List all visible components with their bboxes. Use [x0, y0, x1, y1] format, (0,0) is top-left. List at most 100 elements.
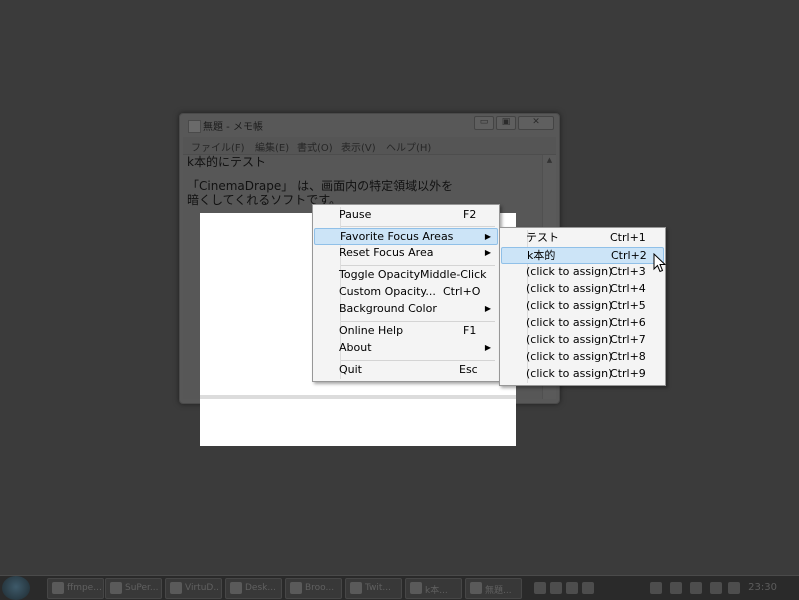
- taskbar-button-label: ffmpe...: [67, 583, 101, 593]
- app-icon: [52, 582, 64, 594]
- app-icon: [350, 582, 362, 594]
- taskbar-button-label: 無題...: [485, 586, 512, 596]
- menu-item-label: About: [339, 341, 372, 354]
- menu-item-favorite-focus-areas[interactable]: Favorite Focus Areas ▶: [314, 228, 498, 245]
- menu-item-label: Quit: [339, 363, 362, 376]
- menu-item-about[interactable]: About ▶: [315, 340, 497, 356]
- menu-item-shortcut: Middle-Click: [420, 268, 487, 281]
- submenu-arrow-icon: ▶: [484, 343, 491, 352]
- menu-separator: [341, 321, 495, 322]
- taskbar-button[interactable]: 無題...: [465, 578, 522, 599]
- mouse-pointer-icon: [653, 253, 667, 273]
- scroll-up-icon[interactable]: ▲: [543, 156, 556, 164]
- menu-format[interactable]: 書式(O): [297, 139, 333, 154]
- menu-separator: [341, 360, 495, 361]
- tray-icon[interactable]: [650, 582, 662, 594]
- app-icon: [410, 582, 422, 594]
- favorite-item-label: (click to assign): [526, 333, 613, 346]
- submenu-arrow-icon: ▶: [484, 232, 491, 241]
- menu-file[interactable]: ファイル(F): [191, 139, 245, 154]
- close-button[interactable]: ✕: [518, 116, 554, 130]
- favorite-item-1[interactable]: テスト Ctrl+1: [502, 230, 663, 246]
- favorite-item-label: テスト: [526, 231, 559, 244]
- favorite-item-9[interactable]: (click to assign) Ctrl+9: [502, 366, 663, 382]
- menu-item-quit[interactable]: Quit Esc: [315, 362, 497, 378]
- menu-item-label: Custom Opacity...: [339, 285, 436, 298]
- menu-item-background-color[interactable]: Background Color ▶: [315, 301, 497, 317]
- text-line: k本的にテスト: [187, 155, 266, 169]
- favorite-item-label: (click to assign): [526, 299, 613, 312]
- context-menu: Pause F2 Favorite Focus Areas ▶ Reset Fo…: [312, 204, 500, 382]
- ime-icon[interactable]: [550, 582, 562, 594]
- favorite-item-shortcut: Ctrl+3: [610, 265, 646, 278]
- menu-item-custom-opacity[interactable]: Custom Opacity... Ctrl+O: [315, 284, 497, 300]
- clock[interactable]: 23:30: [748, 582, 777, 593]
- menu-item-label: Pause: [339, 208, 372, 221]
- app-icon: [290, 582, 302, 594]
- favorite-item-label: k本的: [527, 249, 556, 262]
- notepad-icon: [188, 120, 201, 133]
- favorite-item-6[interactable]: (click to assign) Ctrl+6: [502, 315, 663, 331]
- menu-item-online-help[interactable]: Online Help F1: [315, 323, 497, 339]
- favorite-item-8[interactable]: (click to assign) Ctrl+8: [502, 349, 663, 365]
- taskbar-button[interactable]: ffmpe...: [47, 578, 104, 599]
- menu-item-label: Toggle Opacity: [339, 268, 421, 281]
- favorite-item-label: (click to assign): [526, 367, 613, 380]
- favorite-item-shortcut: Ctrl+1: [610, 231, 646, 244]
- app-icon: [230, 582, 242, 594]
- minimize-button[interactable]: ▭: [474, 116, 494, 130]
- menu-item-label: Favorite Focus Areas: [340, 230, 454, 243]
- taskbar-button[interactable]: Desk...: [225, 578, 282, 599]
- menu-help[interactable]: ヘルプ(H): [386, 139, 431, 154]
- menu-item-shortcut: F2: [463, 208, 477, 221]
- taskbar-button[interactable]: k本...: [405, 578, 462, 599]
- help-icon[interactable]: [582, 582, 594, 594]
- taskbar-button[interactable]: VirtuD...: [165, 578, 222, 599]
- favorite-item-shortcut: Ctrl+4: [610, 282, 646, 295]
- menu-item-label: Background Color: [339, 302, 437, 315]
- taskbar-button-label: k本...: [425, 586, 448, 596]
- security-icon[interactable]: [670, 582, 682, 594]
- favorite-item-label: (click to assign): [526, 316, 613, 329]
- favorite-item-3[interactable]: (click to assign) Ctrl+3: [502, 264, 663, 280]
- app-icon: [170, 582, 182, 594]
- favorite-item-shortcut: Ctrl+2: [611, 249, 647, 262]
- taskbar-button[interactable]: SuPer...: [105, 578, 162, 599]
- favorite-item-label: (click to assign): [526, 265, 613, 278]
- taskbar-button-label: Broo...: [305, 583, 335, 593]
- favorite-item-label: (click to assign): [526, 350, 613, 363]
- window-title: 無題 - メモ帳: [203, 122, 263, 133]
- taskbar-button-label: SuPer...: [125, 583, 159, 593]
- favorite-item-shortcut: Ctrl+5: [610, 299, 646, 312]
- menu-item-toggle-opacity[interactable]: Toggle Opacity Middle-Click: [315, 267, 497, 283]
- menu-item-shortcut: Esc: [459, 363, 478, 376]
- menu-item-pause[interactable]: Pause F2: [315, 207, 497, 223]
- menu-item-reset-focus-area[interactable]: Reset Focus Area ▶: [315, 245, 497, 261]
- favorite-item-label: (click to assign): [526, 282, 613, 295]
- start-button[interactable]: [2, 576, 30, 600]
- menu-separator: [341, 226, 495, 227]
- tools-icon[interactable]: [566, 582, 578, 594]
- flag-icon[interactable]: [710, 582, 722, 594]
- favorite-item-4[interactable]: (click to assign) Ctrl+4: [502, 281, 663, 297]
- favorite-item-5[interactable]: (click to assign) Ctrl+5: [502, 298, 663, 314]
- taskbar-button-label: VirtuD...: [185, 583, 219, 593]
- title-bar[interactable]: 無題 - メモ帳 ▭ ▣ ✕: [180, 114, 559, 136]
- favorite-item-2[interactable]: k本的 Ctrl+2: [501, 247, 664, 264]
- submenu-arrow-icon: ▶: [484, 304, 491, 313]
- taskbar: ffmpe... SuPer... VirtuD... Desk... Broo…: [0, 575, 799, 600]
- favorite-item-shortcut: Ctrl+6: [610, 316, 646, 329]
- taskbar-button[interactable]: Twit...: [345, 578, 402, 599]
- favorite-focus-areas-submenu: テスト Ctrl+1 k本的 Ctrl+2 (click to assign) …: [499, 227, 666, 386]
- volume-icon[interactable]: [728, 582, 740, 594]
- maximize-button[interactable]: ▣: [496, 116, 516, 130]
- taskbar-button[interactable]: Broo...: [285, 578, 342, 599]
- favorite-item-shortcut: Ctrl+8: [610, 350, 646, 363]
- menu-item-shortcut: Ctrl+O: [443, 285, 481, 298]
- favorite-item-7[interactable]: (click to assign) Ctrl+7: [502, 332, 663, 348]
- menu-view[interactable]: 表示(V): [341, 139, 376, 154]
- system-tray: 23:30: [530, 576, 799, 600]
- network-icon[interactable]: [534, 582, 546, 594]
- tray-icon[interactable]: [690, 582, 702, 594]
- menu-edit[interactable]: 編集(E): [255, 139, 289, 154]
